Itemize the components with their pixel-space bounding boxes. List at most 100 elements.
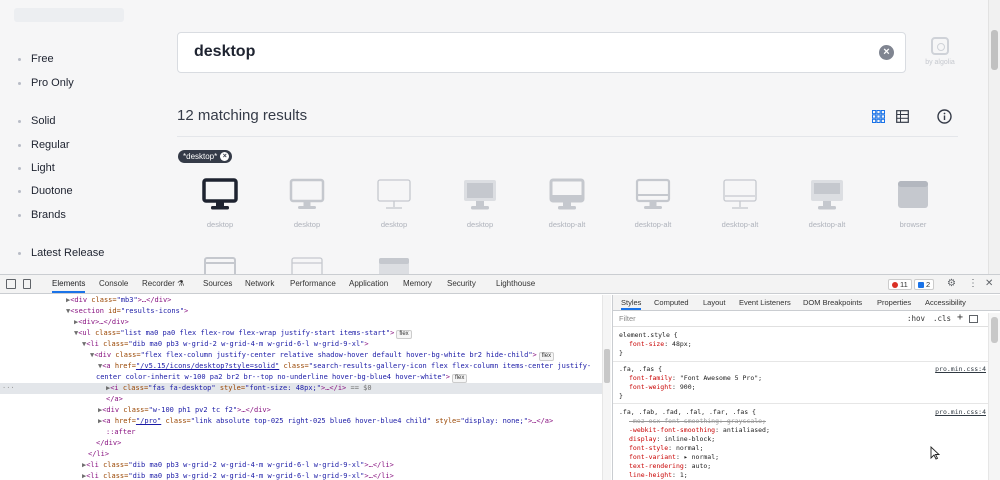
dom-node-line[interactable]: ▼<li class="dib ma0 pb3 w-grid-2 w-grid-… xyxy=(0,339,602,350)
tab-application[interactable]: Application xyxy=(349,275,388,293)
dom-node-line[interactable]: ▶<li class="dib ma0 pb3 w-grid-2 w-grid-… xyxy=(0,460,602,471)
errors-badge[interactable]: 11 xyxy=(888,279,912,290)
tab-styles[interactable]: Styles xyxy=(621,295,642,310)
dom-node-line[interactable]: center color-inherit w-100 pa2 br2 br--t… xyxy=(0,372,602,383)
sidebar-item-solid[interactable]: Solid xyxy=(18,115,55,127)
href-link[interactable]: "/pro" xyxy=(136,417,161,425)
dom-node-line[interactable]: </li> xyxy=(0,449,602,460)
style-declaration[interactable]: font-size: 48px; xyxy=(629,340,692,349)
browser-icon[interactable] xyxy=(377,256,411,274)
tab-accessibility[interactable]: Accessibility xyxy=(925,295,966,310)
style-source-link[interactable]: pro.min.css:4 xyxy=(935,365,986,374)
sidebar-item-brands[interactable]: Brands xyxy=(18,209,66,221)
messages-count: 2 xyxy=(926,280,931,289)
clear-search-button[interactable]: × xyxy=(879,45,894,60)
hover-state-toggle[interactable]: :hov xyxy=(907,314,925,323)
new-rule-icon[interactable]: + xyxy=(957,312,963,323)
more-options-icon[interactable]: ⋮ xyxy=(968,278,978,290)
dom-node-line[interactable]: </a> xyxy=(0,394,602,405)
style-declaration[interactable]: text-rendering: auto; xyxy=(629,462,711,471)
dom-node-line[interactable]: ▼<ul class="list ma0 pa0 flex flex-row f… xyxy=(0,328,602,339)
inspect-element-icon[interactable] xyxy=(6,279,16,289)
sidebar-item-pro-only[interactable]: Pro Only xyxy=(18,77,74,89)
icon-result-desktop-alt-solid[interactable]: desktop-alt xyxy=(524,178,610,240)
tab-sources[interactable]: Sources xyxy=(203,275,232,293)
tab-console[interactable]: Console xyxy=(99,275,128,293)
sidebar-item-latest-release[interactable]: Latest Release xyxy=(18,247,104,259)
dom-node-line[interactable]: ▶<div class="mb3">…</div> xyxy=(0,295,602,306)
tab-layout[interactable]: Layout xyxy=(703,295,726,310)
tab-elements[interactable]: Elements xyxy=(52,275,86,293)
page-scrollbar-thumb[interactable] xyxy=(991,30,998,70)
icon-result-desktop-regular[interactable]: desktop xyxy=(264,178,350,240)
dom-node-line[interactable]: ::after xyxy=(0,427,602,438)
algolia-attribution[interactable]: by algolia xyxy=(920,37,960,69)
styles-scrollbar[interactable] xyxy=(988,313,1000,480)
search-input[interactable]: desktop × xyxy=(177,32,906,73)
flex-badge[interactable]: flex xyxy=(452,374,468,383)
style-declaration[interactable]: font-family: "Font Awesome 5 Pro"; xyxy=(629,374,762,383)
sidebar-item-duotone[interactable]: Duotone xyxy=(18,185,73,197)
more-actions-dots[interactable]: ··· xyxy=(2,383,15,394)
dom-node-line-selected[interactable]: ··· ▶<i class="fas fa-desktop" style="fon… xyxy=(0,383,602,394)
style-declaration[interactable]: -webkit-font-smoothing: antialiased; xyxy=(629,426,770,435)
browser-icon[interactable] xyxy=(290,256,324,274)
messages-badge[interactable]: 2 xyxy=(914,279,935,290)
sidebar-item-light[interactable]: Light xyxy=(18,162,55,174)
table-view-icon[interactable] xyxy=(896,110,909,123)
tab-computed[interactable]: Computed xyxy=(654,295,689,310)
dom-node-line[interactable]: ▶<li class="dib ma0 pb3 w-grid-2 w-grid-… xyxy=(0,471,602,480)
style-declaration[interactable]: font-style: normal; xyxy=(629,444,703,453)
tab-lighthouse[interactable]: Lighthouse xyxy=(496,275,535,293)
dom-node-line[interactable]: ▶<a href="/pro" class="link absolute top… xyxy=(0,416,602,427)
style-declaration-overridden[interactable]: -moz-osx-font-smoothing: grayscale; xyxy=(629,417,766,426)
style-declaration[interactable]: font-weight: 900; xyxy=(629,383,696,392)
tab-security[interactable]: Security xyxy=(447,275,476,293)
browser-icon[interactable] xyxy=(203,256,237,274)
remove-filter-icon[interactable]: × xyxy=(220,152,230,161)
styles-filter-input[interactable]: Filter xyxy=(619,314,636,323)
icon-result-desktop-alt-duotone[interactable]: desktop-alt xyxy=(784,178,870,240)
class-toggle[interactable]: .cls xyxy=(933,314,951,323)
tab-network[interactable]: Network xyxy=(245,275,274,293)
tab-recorder[interactable]: Recorder ⚗ xyxy=(142,275,184,293)
search-filter-chip[interactable]: *desktop* × xyxy=(178,150,233,163)
tab-memory[interactable]: Memory xyxy=(403,275,432,293)
href-link[interactable]: "/v5.15/icons/desktop?style=solid" xyxy=(136,362,279,370)
tab-event-listeners[interactable]: Event Listeners xyxy=(739,295,791,310)
icon-result-browser[interactable]: browser xyxy=(870,178,956,240)
styles-scrollbar-thumb[interactable] xyxy=(991,317,998,343)
device-toolbar-icon[interactable] xyxy=(23,279,31,289)
style-declaration[interactable]: font-variant: ▸ normal; xyxy=(629,453,719,462)
close-devtools-icon[interactable]: ✕ xyxy=(985,278,993,290)
style-source-link[interactable]: pro.min.css:4 xyxy=(935,408,986,417)
info-icon[interactable] xyxy=(937,109,952,124)
flex-badge[interactable]: flex xyxy=(396,330,412,339)
dom-node-line[interactable]: ▶<div>…</div> xyxy=(0,317,602,328)
computed-sidebar-toggle-icon[interactable] xyxy=(969,315,978,323)
style-declaration[interactable]: display: inline-block; xyxy=(629,435,715,444)
icon-result-desktop-duotone[interactable]: desktop xyxy=(437,178,523,240)
icon-result-desktop-alt-light[interactable]: desktop-alt xyxy=(697,178,783,240)
page-scrollbar[interactable] xyxy=(988,0,1000,274)
flex-badge[interactable]: flex xyxy=(538,352,555,361)
elements-scrollbar[interactable] xyxy=(602,295,611,480)
style-declaration[interactable]: line-height: 1; xyxy=(629,471,688,480)
grid-view-icon[interactable] xyxy=(872,110,885,123)
sidebar-item-free[interactable]: Free xyxy=(18,53,54,65)
sidebar-item-regular[interactable]: Regular xyxy=(18,139,70,151)
dom-node-line[interactable]: ▼<a href="/v5.15/icons/desktop?style=sol… xyxy=(0,361,602,372)
dom-node-line[interactable]: ▼<section id="results-icons"> xyxy=(0,306,602,317)
dom-node-line[interactable]: ▶<div class="w-100 ph1 pv2 tc f2">…</div… xyxy=(0,405,602,416)
dom-node-line[interactable]: ▼<div class="flex flex-column justify-ce… xyxy=(0,350,602,361)
icon-result-desktop-solid[interactable]: desktop xyxy=(177,178,263,240)
tab-dom-breakpoints[interactable]: DOM Breakpoints xyxy=(803,295,862,310)
tab-properties[interactable]: Properties xyxy=(877,295,911,310)
icon-result-desktop-alt-regular[interactable]: desktop-alt xyxy=(610,178,696,240)
tab-performance[interactable]: Performance xyxy=(290,275,336,293)
icon-result-desktop-light[interactable]: desktop xyxy=(351,178,437,240)
elements-scrollbar-thumb[interactable] xyxy=(604,349,610,383)
dom-node-line[interactable]: </div> xyxy=(0,438,602,449)
elements-tree[interactable]: ▶<div class="mb3">…</div> ▼<section id="… xyxy=(0,295,611,480)
settings-gear-icon[interactable]: ⚙ xyxy=(947,278,956,290)
